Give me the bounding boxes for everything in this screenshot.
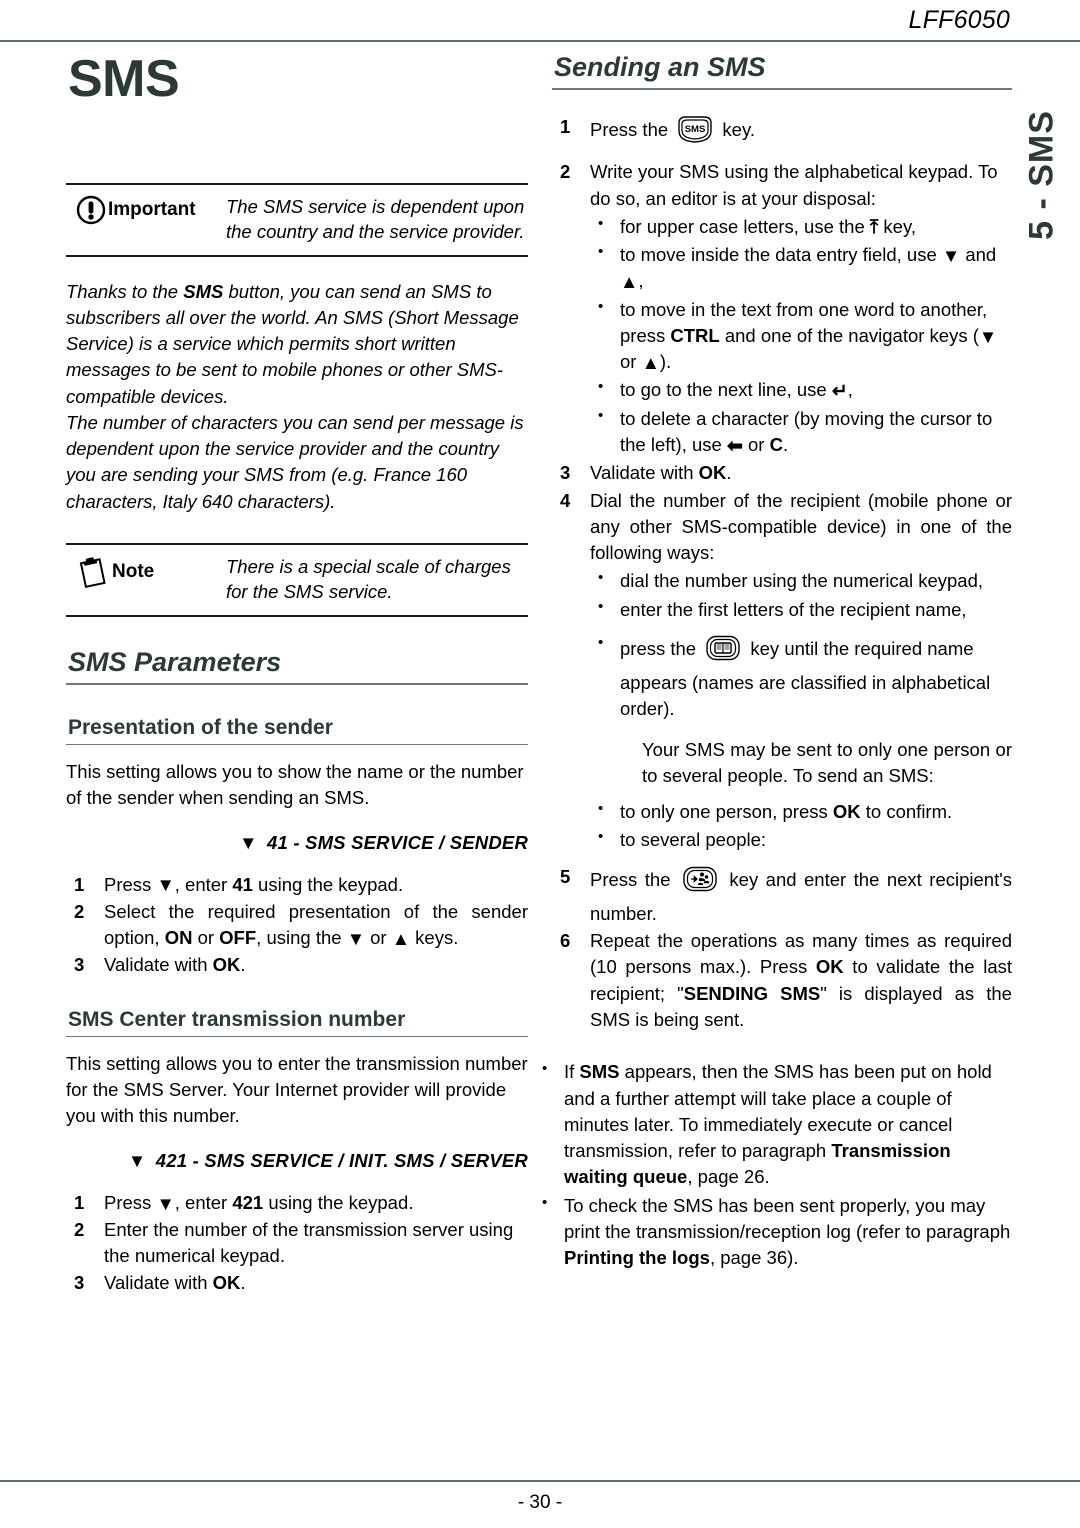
enter-key-icon: ↵ — [831, 381, 848, 403]
right-column: Sending an SMS 1 Press the SMS key. 2 Wr… — [542, 52, 1012, 1273]
list-item: To check the SMS has been sent properly,… — [534, 1192, 1012, 1272]
section-heading-sms-parameters: SMS Parameters — [66, 647, 528, 685]
list-item: for upper case letters, use the ⤒ key, — [590, 213, 1012, 240]
sms-key-icon: SMS — [675, 114, 715, 151]
note-callout-text: There is a special scale of charges for … — [226, 555, 511, 602]
step2-bullets: for upper case letters, use the ⤒ key, t… — [590, 213, 1012, 459]
sms-center-steps: 1 Press ▼, enter 421 using the keypad. 2… — [66, 1190, 528, 1297]
list-item: dial the number using the numerical keyp… — [590, 567, 1012, 594]
document-model-title: LFF6050 — [908, 6, 1010, 34]
list-item: to move inside the data entry field, use… — [590, 241, 1012, 295]
presentation-of-sender-paragraph: This setting allows you to show the name… — [66, 761, 524, 809]
step-item: 3 Validate with OK. — [74, 954, 246, 976]
sending-sms-steps: 1 Press the SMS key. 2 Write your SMS us… — [552, 114, 1012, 1033]
final-bullets: If SMS appears, then the SMS has been pu… — [534, 1058, 1012, 1272]
menu-path-421: ▼ 421 - SMS SERVICE / INIT. SMS / SERVER — [127, 1149, 528, 1171]
step-item: 3 Validate with OK. — [560, 462, 732, 484]
list-item: to move in the text from one word to ano… — [590, 296, 1012, 376]
triangle-down-icon: ▼ — [156, 874, 175, 896]
list-item: press the key until the required name ap… — [590, 632, 1012, 723]
svg-text:SMS: SMS — [685, 124, 706, 135]
important-callout-text: The SMS service is dependent upon the co… — [226, 195, 525, 242]
left-column: SMS Important The SMS service is depende… — [66, 52, 528, 1298]
step-item: 1 Press ▼, enter 41 using the keypad. — [74, 873, 404, 896]
chapter-side-tab: 5 - SMS — [1012, 60, 1072, 290]
list-item: to only one person, press OK to confirm. — [590, 798, 1012, 825]
page-header: LFF6050 — [0, 0, 1080, 44]
footer-divider — [0, 1480, 1080, 1482]
menu-path-41: ▼ 41 - SMS SERVICE / SENDER — [239, 831, 528, 853]
multi-contact-key-icon — [680, 864, 720, 901]
triangle-down-icon: ▼ — [127, 1149, 147, 1171]
important-callout-head: Important — [66, 195, 226, 225]
triangle-down-icon: ▼ — [978, 325, 998, 347]
directory-book-key-icon — [703, 633, 743, 670]
triangle-down-icon: ▼ — [941, 244, 961, 266]
subsection-heading-sms-center-transmission-number: SMS Center transmission number — [66, 1007, 528, 1037]
note-callout: Note There is a special scale of charges… — [66, 542, 528, 617]
step-item: 5 Press the key and enter the next recip… — [560, 864, 1012, 924]
intro-paragraph-1: Thanks to the SMS button, you can send a… — [66, 280, 519, 407]
note-callout-head: Note — [66, 555, 226, 589]
intro-block: Thanks to the SMS button, you can send a… — [66, 279, 528, 515]
page-footer: - 30 - — [0, 1448, 1080, 1528]
list-item: to go to the next line, use ↵, — [590, 376, 1012, 403]
list-item: to delete a character (by moving the cur… — [590, 405, 1012, 459]
intro-paragraph-2: The number of characters you can send pe… — [66, 411, 524, 512]
note-callout-label: Note — [112, 560, 155, 582]
subsection-heading-presentation-of-the-sender: Presentation of the sender — [66, 715, 528, 746]
section-heading-sending-an-sms: Sending an SMS — [552, 52, 1012, 91]
page-number: - 30 - — [517, 1492, 563, 1513]
clipboard-icon — [76, 555, 110, 589]
step-item: 4 Dial the number of the recipient (mobi… — [552, 488, 1012, 854]
triangle-up-icon: ▲ — [641, 352, 660, 374]
triangle-up-icon: ▲ — [391, 928, 411, 950]
list-item: If SMS appears, then the SMS has been pu… — [534, 1058, 1012, 1190]
triangle-up-icon: ▲ — [620, 271, 639, 293]
step4-bullets-2: to only one person, press OK to confirm.… — [590, 798, 1012, 854]
step-item: 2 Write your SMS using the alphabetical … — [552, 159, 1012, 458]
list-item: to several people: — [590, 826, 1012, 853]
arrow-left-bold-icon: ⬅ — [726, 435, 743, 457]
triangle-down-icon: ▼ — [156, 1192, 175, 1214]
step-item: 1 Press ▼, enter 421 using the keypad. — [74, 1191, 414, 1214]
step-item: 2 Enter the number of the transmission s… — [74, 1218, 514, 1267]
presentation-of-sender-steps: 1 Press ▼, enter 41 using the keypad. 2 … — [66, 872, 528, 979]
list-item: enter the first letters of the recipient… — [590, 596, 1012, 623]
header-divider — [0, 40, 1080, 42]
sms-center-paragraph: This setting allows you to enter the tra… — [66, 1052, 528, 1127]
chapter-side-tab-label: 5 - SMS — [1022, 110, 1061, 240]
exclamation-circle-icon — [76, 195, 106, 225]
step-item: 3 Validate with OK. — [74, 1272, 246, 1294]
step-item: 2 Select the required presentation of th… — [74, 900, 528, 950]
important-callout-label: Important — [108, 198, 196, 220]
triangle-down-icon: ▼ — [239, 831, 258, 853]
step4-bullets: dial the number using the numerical keyp… — [590, 567, 1012, 723]
step-item: 6 Repeat the operations as many times as… — [560, 930, 1012, 1031]
step4-note: Your SMS may be sent to only one person … — [642, 738, 1012, 786]
triangle-down-icon: ▼ — [346, 928, 365, 950]
page-title: SMS — [68, 50, 180, 108]
step-item: 1 Press the SMS key. — [552, 114, 1012, 151]
important-callout: Important The SMS service is dependent u… — [66, 182, 528, 257]
